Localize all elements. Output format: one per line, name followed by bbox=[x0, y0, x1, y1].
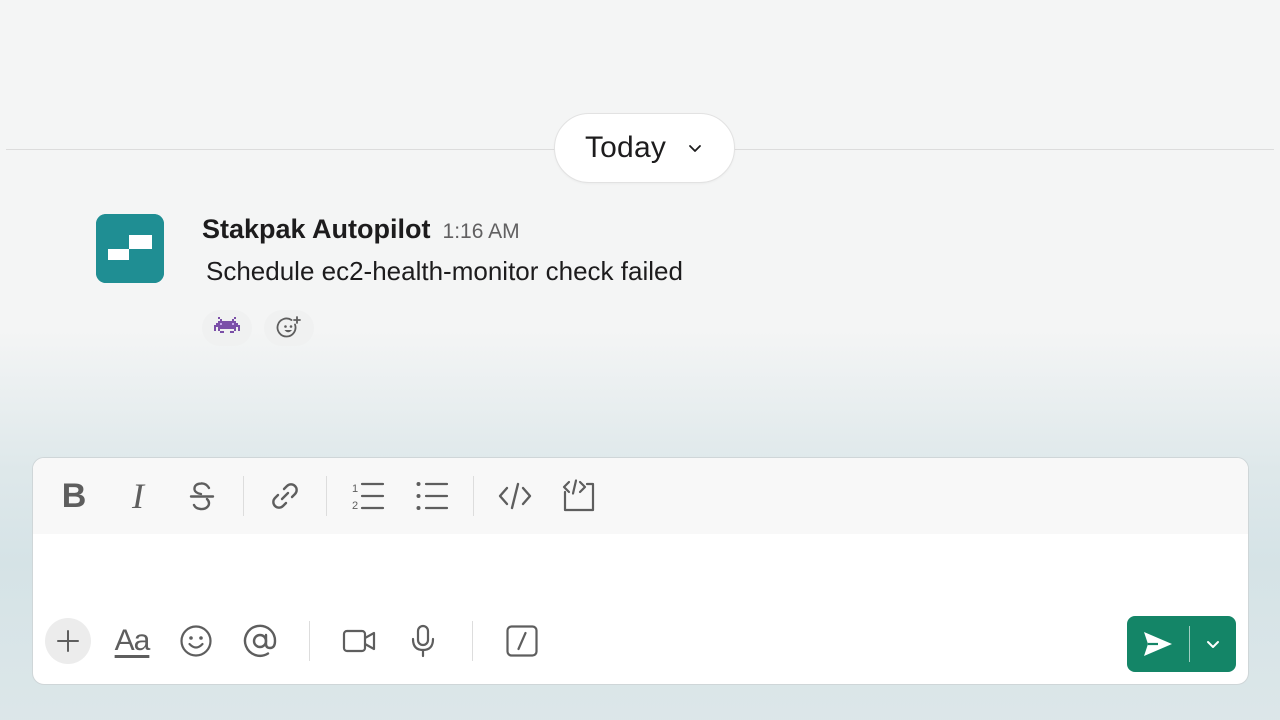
bulleted-list-button[interactable] bbox=[409, 473, 455, 519]
text-format-button[interactable]: Aa bbox=[109, 618, 155, 664]
link-icon bbox=[272, 483, 298, 509]
toolbar-divider bbox=[326, 476, 327, 516]
code-icon bbox=[498, 482, 532, 510]
video-icon bbox=[342, 629, 376, 653]
audio-clip-button[interactable] bbox=[400, 618, 446, 664]
message-input[interactable] bbox=[33, 534, 1248, 604]
composer-divider bbox=[472, 621, 473, 661]
avatar[interactable] bbox=[96, 214, 164, 283]
send-button[interactable] bbox=[1127, 616, 1189, 672]
send-button-group bbox=[1127, 616, 1236, 672]
reaction-alien-monster[interactable] bbox=[202, 310, 252, 346]
code-block-icon bbox=[562, 479, 595, 512]
text-format-icon: Aa bbox=[114, 624, 151, 657]
add-reaction-icon bbox=[276, 316, 301, 338]
slash-command-button[interactable] bbox=[499, 618, 545, 664]
toolbar-divider bbox=[243, 476, 244, 516]
svg-text:2: 2 bbox=[352, 500, 358, 512]
send-icon bbox=[1144, 632, 1172, 656]
italic-icon: I bbox=[132, 476, 144, 516]
emoji-icon bbox=[180, 625, 212, 657]
chevron-down-icon bbox=[689, 145, 701, 152]
strikethrough-icon bbox=[189, 482, 215, 511]
alien-monster-icon bbox=[214, 317, 240, 333]
plus-icon bbox=[57, 630, 79, 652]
composer-actions: Aa bbox=[45, 618, 563, 664]
slash-command-icon bbox=[506, 625, 538, 657]
svg-text:1: 1 bbox=[352, 483, 358, 495]
toolbar-divider bbox=[473, 476, 474, 516]
attach-button[interactable] bbox=[45, 618, 91, 664]
date-separator-label: Today bbox=[584, 131, 667, 164]
message-composer: B I 1 2 Aa bbox=[32, 457, 1249, 685]
message-text: Schedule ec2-health-monitor check failed bbox=[206, 256, 683, 286]
video-clip-button[interactable] bbox=[336, 618, 382, 664]
code-button[interactable] bbox=[492, 473, 538, 519]
stakpak-logo-icon bbox=[96, 214, 164, 283]
composer-divider bbox=[309, 621, 310, 661]
code-block-button[interactable] bbox=[556, 473, 602, 519]
microphone-icon bbox=[411, 624, 435, 658]
mention-button[interactable] bbox=[237, 618, 283, 664]
sender-name[interactable]: Stakpak Autopilot bbox=[202, 214, 431, 245]
message-timestamp[interactable]: 1:16 AM bbox=[443, 220, 520, 244]
italic-button[interactable]: I bbox=[115, 473, 161, 519]
strikethrough-button[interactable] bbox=[179, 473, 225, 519]
bold-button[interactable]: B bbox=[51, 473, 97, 519]
at-icon bbox=[243, 624, 277, 657]
formatting-toolbar: B I 1 2 bbox=[33, 458, 1248, 534]
send-options-button[interactable] bbox=[1190, 616, 1236, 672]
chevron-down-icon bbox=[1207, 641, 1219, 648]
add-reaction-button[interactable] bbox=[264, 310, 314, 346]
ordered-list-icon: 1 2 bbox=[352, 482, 385, 512]
ordered-list-button[interactable]: 1 2 bbox=[345, 473, 391, 519]
bold-icon: B bbox=[61, 476, 87, 515]
bulleted-list-icon bbox=[416, 482, 449, 510]
emoji-button[interactable] bbox=[173, 618, 219, 664]
date-separator-button[interactable]: Today bbox=[554, 113, 735, 183]
reactions-bar bbox=[202, 310, 314, 346]
link-button[interactable] bbox=[262, 473, 308, 519]
message-header: Stakpak Autopilot 1:16 AM bbox=[202, 214, 520, 245]
